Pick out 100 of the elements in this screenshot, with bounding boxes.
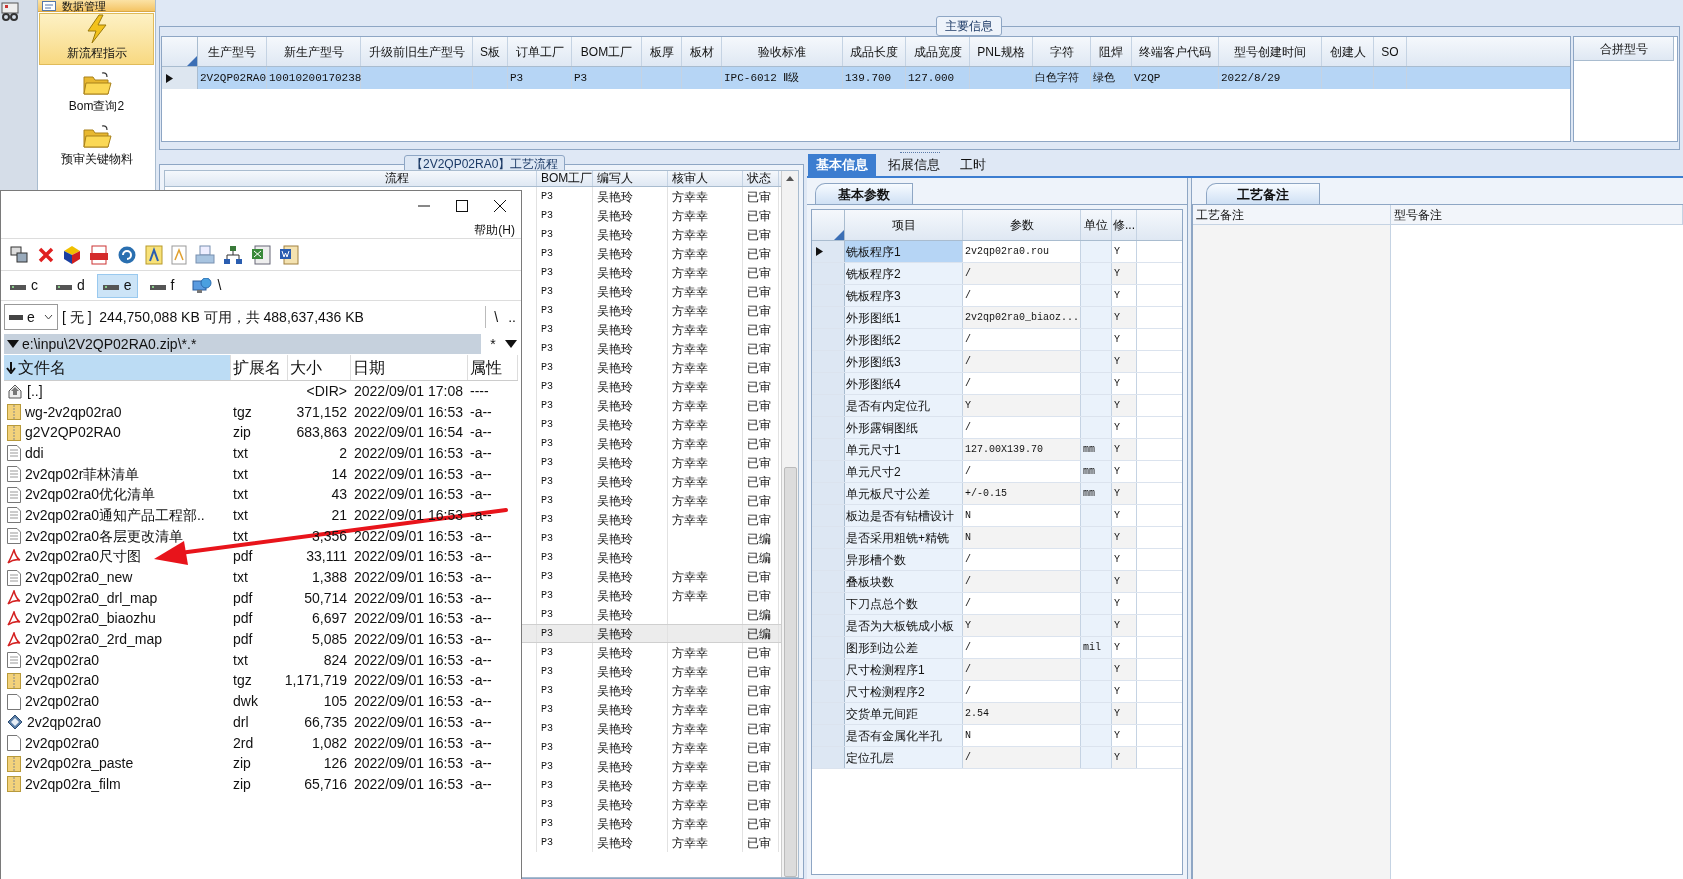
column-header[interactable]: 新生产型号 [267,37,361,66]
path-field[interactable]: e:\inpu\2V2QP02RA0.zip\*.* [4,334,481,354]
column-header[interactable]: 属性 [468,355,518,380]
table-cell[interactable]: 单元尺寸1 [845,439,963,460]
file-name[interactable]: 2v2qp02ra0 [25,691,99,713]
sidebar-item[interactable]: 新流程指示 [39,13,154,65]
tree-icon[interactable] [223,244,243,265]
table-cell[interactable]: 板边是否有钻槽设计 [845,505,963,526]
file-name[interactable]: 2v2qp02ra0_drl_map [25,587,158,609]
table-cell[interactable]: 交货单元间距 [845,703,963,724]
column-header[interactable]: SO [1374,37,1407,66]
table-cell[interactable]: 下刀点总个数 [845,593,963,614]
column-header[interactable]: 修... [1112,210,1137,240]
file-name[interactable]: wg-2v2qp02ra0 [25,401,122,423]
column-header[interactable]: 升级前旧生产型号 [361,37,473,66]
file-name[interactable]: 2v2qp02ra0_new [25,567,133,589]
file-name[interactable]: 2v2qp02ra0尺寸图 [25,546,141,568]
file-name[interactable]: 2v2qp02ra_film [25,773,121,795]
printer-icon[interactable] [195,244,215,265]
column-header[interactable]: 编写人 [593,171,668,186]
file-name[interactable]: 2v2qp02r菲林清单 [25,463,140,485]
column-header[interactable]: 生产型号 [198,37,267,66]
drive-button[interactable]: \ [186,273,228,298]
file-name[interactable]: 2v2qp02ra0各层更改清单 [25,525,183,547]
row-header[interactable] [162,67,198,89]
panel-tab[interactable]: 工艺备注 [1206,183,1320,204]
file-name[interactable]: 2v2qp02ra0 [25,732,99,754]
table-cell[interactable]: 外形图纸3 [845,351,963,372]
column-header[interactable]: 创建人 [1322,37,1374,66]
column-header[interactable]: 验收标准 [722,37,843,66]
panel-tab[interactable]: 基本参数 [815,183,913,204]
column-header[interactable]: BOM工厂 [572,37,642,66]
drive-button[interactable]: d [50,273,91,298]
column-header[interactable]: BOM工厂 [537,171,593,186]
table-cell[interactable]: 单元板尺寸公差 [845,483,963,504]
file-name[interactable]: 2v2qp02ra0_biaozhu [25,608,156,630]
column-header[interactable]: 型号创建时间 [1219,37,1322,66]
column-header[interactable]: 项目 [845,210,963,240]
tab[interactable]: 拓展信息 [880,154,948,176]
table-cell[interactable]: 图形到边公差 [845,637,963,658]
column-header[interactable]: 流程 [381,171,537,186]
column-header[interactable]: 终端客户代码 [1132,37,1219,66]
root-button[interactable]: \ [490,306,503,328]
document-icon[interactable] [145,244,163,265]
file-name[interactable]: 2v2qp02ra0 [25,670,99,692]
scrollbar[interactable] [781,171,798,877]
filter-button[interactable]: * [481,333,505,355]
file-name[interactable]: 2v2qp02ra0 [25,649,99,671]
file-name[interactable]: ddi [25,442,44,464]
table-cell[interactable]: 铣板程序1 [845,241,963,262]
sidebar-item[interactable]: Bom查询2 [39,66,154,118]
row-header[interactable] [812,241,845,262]
column-header[interactable]: PNL规格 [970,37,1033,66]
column-header[interactable]: 核审人 [668,171,743,186]
table-cell[interactable]: 异形槽个数 [845,549,963,570]
column-header[interactable]: 状态 [743,171,779,186]
table-cell[interactable]: 外形图纸2 [845,329,963,350]
column-header[interactable]: S板 [473,37,508,66]
column-header[interactable]: 板材 [682,37,722,66]
spreadsheet-icon[interactable] [251,244,271,265]
table-cell[interactable]: 是否为大板铣成小板 [845,615,963,636]
column-header[interactable]: 大小 [288,355,351,380]
cube-icon[interactable] [63,244,81,265]
delete-icon[interactable] [37,245,55,264]
menu-item[interactable]: 帮助(H) [474,221,515,238]
table-row[interactable]: 2V2QP02RA0 10010200170238 P3 P3 IPC-6012 Ⅱ级 139.700 127.000 白色字符 绿色 V2QP 2022/8/29 [162,67,1570,89]
column-header[interactable]: 成品宽度 [906,37,970,66]
column-header[interactable]: 板厚 [642,37,682,66]
drive-button[interactable]: f [143,273,181,298]
column-header[interactable]: 合拼型号 [1574,37,1674,61]
column-header[interactable]: 扩展名 [231,355,288,380]
table-cell[interactable]: 是否有内定位孔 [845,395,963,416]
table-cell[interactable]: 外形图纸4 [845,373,963,394]
tab[interactable]: 基本信息 [808,154,876,176]
drive-button[interactable]: e [96,273,138,298]
tool-icon[interactable] [0,1,22,21]
file-name[interactable]: 2v2qp02ra0通知产品工程部.. [25,504,205,526]
table-cell[interactable]: 尺寸检测程序2 [845,681,963,702]
column-header[interactable]: 单位 [1081,210,1112,240]
table-cell[interactable]: 铣板程序2 [845,263,963,284]
column-header[interactable]: 阻焊 [1091,37,1132,66]
file-name[interactable]: 2v2qp02ra_paste [25,753,134,775]
column-header[interactable]: 成品长度 [843,37,906,66]
file-name[interactable]: 2v2qp02ra0_2rd_map [25,629,162,651]
column-header[interactable]: 文件名 [4,355,231,380]
refresh-icon[interactable] [117,244,137,265]
maximize-icon[interactable] [455,199,469,213]
column-header[interactable]: 型号备注 [1391,205,1683,224]
column-header[interactable]: 日期 [351,355,468,380]
table-cell[interactable]: 定位孔层 [845,747,963,768]
table-cell[interactable]: 叠板块数 [845,571,963,592]
sidebar-group[interactable]: 数据管理 [38,0,155,12]
file-name[interactable]: 2v2qp02ra0 [27,711,101,733]
column-header[interactable]: 工艺备注 [1193,205,1391,224]
table-cell[interactable]: 铣板程序3 [845,285,963,306]
column-header[interactable]: 参数 [963,210,1081,240]
table-cell[interactable]: 外形图纸1 [845,307,963,328]
file-name[interactable]: [..] [27,380,43,402]
table-cell[interactable]: 尺寸检测程序1 [845,659,963,680]
word-document-icon[interactable] [279,244,299,265]
